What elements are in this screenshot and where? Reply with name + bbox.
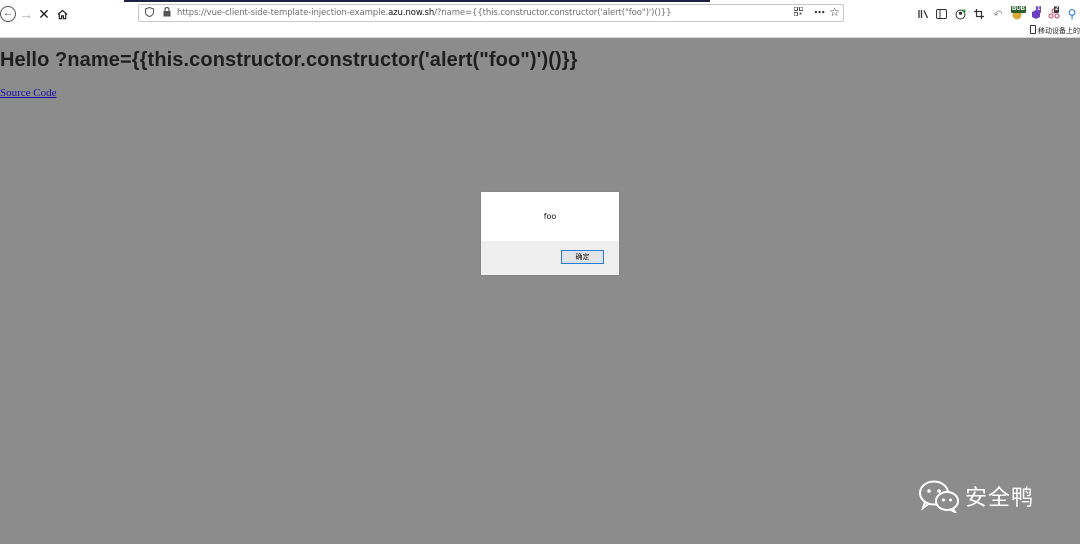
home-button[interactable]	[52, 3, 72, 25]
address-bar[interactable]: https://vue-client-side-template-injecti…	[138, 4, 844, 22]
alert-ok-button[interactable]: 确定	[561, 250, 604, 264]
back-button[interactable]: ←	[0, 6, 16, 22]
mobile-device-icon	[1030, 25, 1036, 34]
extension-key-icon[interactable]: ⚲	[1064, 6, 1080, 22]
arrow-right-icon: →	[19, 6, 33, 22]
page-actions-more-icon[interactable]: ⋯	[814, 6, 825, 19]
shield-icon[interactable]	[145, 6, 155, 19]
extension-purple-icon[interactable]: 1	[1028, 6, 1044, 22]
extension-network-badge: 2	[1054, 6, 1060, 13]
alert-dialog: foo 确定	[481, 192, 619, 275]
close-icon: ✕	[38, 5, 50, 22]
watermark-text: 安全鸭	[965, 486, 1035, 511]
lock-icon[interactable]	[163, 6, 173, 19]
alert-message: foo	[543, 212, 557, 221]
browser-toolbar: ← → ✕ https://vue-client-side-template-i…	[0, 3, 1080, 25]
stop-button[interactable]: ✕	[34, 3, 54, 25]
url-prefix: https://vue-client-side-template-injecti…	[177, 8, 389, 18]
account-icon[interactable]	[952, 6, 968, 22]
url-suffix: /?name={{this.constructor.constructor('a…	[434, 8, 672, 18]
page-heading: Hello ?name={{this.constructor.construct…	[0, 49, 578, 71]
library-icon[interactable]	[915, 6, 931, 22]
home-icon	[57, 9, 67, 19]
alert-footer: 确定	[481, 241, 619, 275]
screenshot-crop-icon[interactable]	[971, 6, 987, 22]
sidebar-icon[interactable]	[933, 6, 949, 22]
bookmark-star-icon[interactable]: ☆	[829, 5, 840, 19]
extension-bub-icon[interactable]: BUB	[1009, 6, 1026, 22]
source-code-link[interactable]: Source Code	[0, 87, 57, 99]
undo-icon[interactable]: ↶	[990, 6, 1006, 22]
extension-purple-badge: 1	[1036, 6, 1042, 13]
forward-button[interactable]: →	[16, 3, 36, 25]
url-text[interactable]: https://vue-client-side-template-injecti…	[177, 8, 672, 18]
bookmarks-toolbar: 移动设备上的	[0, 25, 1080, 38]
wechat-logo-icon	[919, 480, 959, 513]
watermark: 安全鸭	[917, 478, 1034, 514]
extension-bub-badge: BUB	[1011, 6, 1026, 13]
mobile-bookmarks-folder[interactable]: 移动设备上的	[1030, 25, 1080, 37]
extension-network-icon[interactable]: 2	[1046, 6, 1062, 22]
mobile-bookmarks-label: 移动设备上的	[1038, 27, 1080, 35]
url-domain: azu.now.sh	[388, 8, 435, 18]
arrow-left-icon: ←	[3, 8, 13, 19]
qr-code-icon[interactable]	[793, 6, 804, 19]
